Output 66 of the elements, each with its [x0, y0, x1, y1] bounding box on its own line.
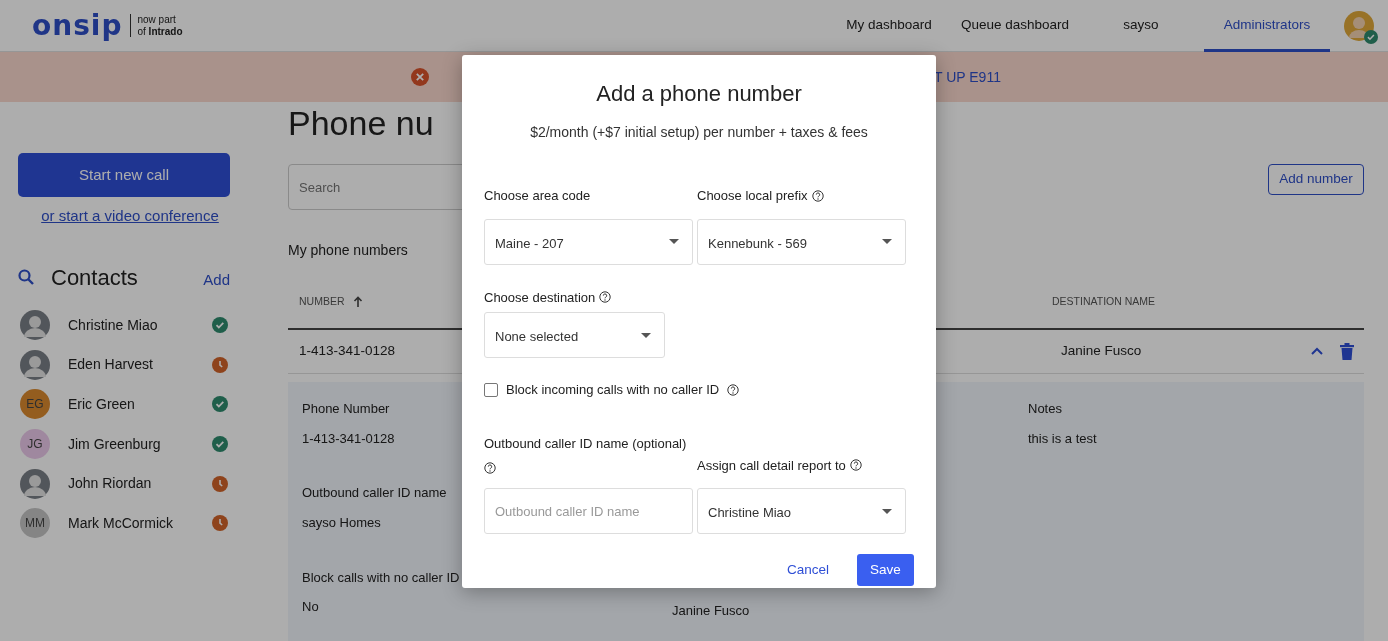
help-icon — [484, 462, 496, 474]
detail-label: Phone Number — [302, 400, 390, 418]
help-icon — [849, 459, 862, 472]
field-label: Assign call detail report to — [697, 456, 846, 475]
detail-value: this is a test — [1028, 429, 1097, 448]
caller-id-field[interactable]: Outbound caller ID name — [484, 488, 693, 534]
detail-value: sayso Homes — [302, 513, 381, 532]
caret-icon — [669, 239, 679, 244]
table-cell-text: Janine Fusco — [1061, 342, 1143, 361]
field-label: Outbound caller ID name (optional) — [484, 434, 688, 453]
checkbox[interactable] — [484, 382, 498, 397]
field-label: Choose area code — [484, 187, 591, 205]
checkbox-label[interactable]: Block incoming calls with no caller ID — [506, 380, 720, 400]
caret-icon — [641, 332, 651, 338]
contact-avatar: MM — [20, 508, 50, 539]
search-icon — [18, 269, 34, 285]
nav-tab[interactable]: Queue dashboard — [952, 0, 1078, 52]
report-select[interactable]: Christine Miao — [697, 488, 906, 534]
add-contact-link[interactable]: Add — [203, 268, 230, 292]
user-avatar — [1344, 10, 1374, 41]
column-header[interactable]: DESTINATION NAME — [1052, 293, 1364, 310]
nav-tab[interactable]: My dashboard — [826, 0, 952, 52]
nav-tab[interactable]: sayso — [1078, 0, 1204, 52]
detail-label: Notes — [1028, 400, 1062, 418]
contact-avatar — [20, 310, 50, 341]
local-prefix-select[interactable]: Kennebunk - 569 — [697, 218, 906, 265]
page-title: Phone nu — [288, 106, 434, 140]
detail-value: No — [302, 598, 319, 617]
detail-label: Block calls with no caller ID — [302, 568, 460, 587]
error-icon — [411, 68, 429, 86]
table-cell-text: 1-413-341-0128 — [298, 342, 396, 361]
contact-name[interactable]: Jim Greenburg — [68, 433, 161, 455]
contacts-heading: Contacts — [51, 263, 138, 292]
contact-name[interactable]: Mark McCormick — [68, 512, 173, 534]
section-title: My phone numbers — [288, 241, 408, 260]
field-label: Choose local prefix — [697, 187, 808, 205]
caret-icon — [882, 239, 892, 244]
logo-tagline: now part of Intrado — [130, 14, 183, 37]
column-header[interactable]: NUMBER — [288, 293, 363, 310]
video-conference-link[interactable]: or start a video conference — [41, 207, 219, 224]
contact-name[interactable]: John Riordan — [68, 473, 152, 495]
dialog-subtitle: $2/month (+$7 initial setup) per number + taxes & fees — [529, 123, 869, 142]
cancel-button[interactable]: Cancel — [780, 558, 835, 582]
contact-name[interactable]: Christine Miao — [68, 314, 158, 336]
help-icon — [727, 383, 740, 396]
contact-name[interactable]: Eric Green — [68, 394, 135, 415]
save-button[interactable]: Save — [857, 554, 914, 586]
field-label: Choose destination — [484, 288, 596, 307]
detail-value: 1-413-341-0128 — [302, 429, 395, 448]
help-icon — [811, 189, 824, 202]
detail-value: Janine Fusco — [672, 602, 750, 620]
area-code-select[interactable]: Maine - 207 — [484, 218, 693, 265]
destination-select[interactable]: None selected — [484, 312, 665, 358]
detail-label: Outbound caller ID name — [302, 484, 447, 503]
dialog-title: Add a phone number — [595, 80, 803, 108]
contact-avatar — [20, 468, 50, 499]
help-icon — [599, 291, 612, 304]
caret-icon — [882, 508, 892, 514]
contact-avatar — [20, 349, 50, 380]
add-number-button[interactable]: Add number — [1268, 164, 1364, 195]
logo: onsip — [32, 11, 123, 40]
contact-name[interactable]: Eden Harvest — [68, 354, 153, 376]
trash-icon — [1340, 343, 1354, 360]
contact-avatar: EG — [20, 389, 50, 420]
start-call-button[interactable]: Start new call — [18, 153, 230, 197]
contact-avatar: JG — [20, 429, 50, 460]
